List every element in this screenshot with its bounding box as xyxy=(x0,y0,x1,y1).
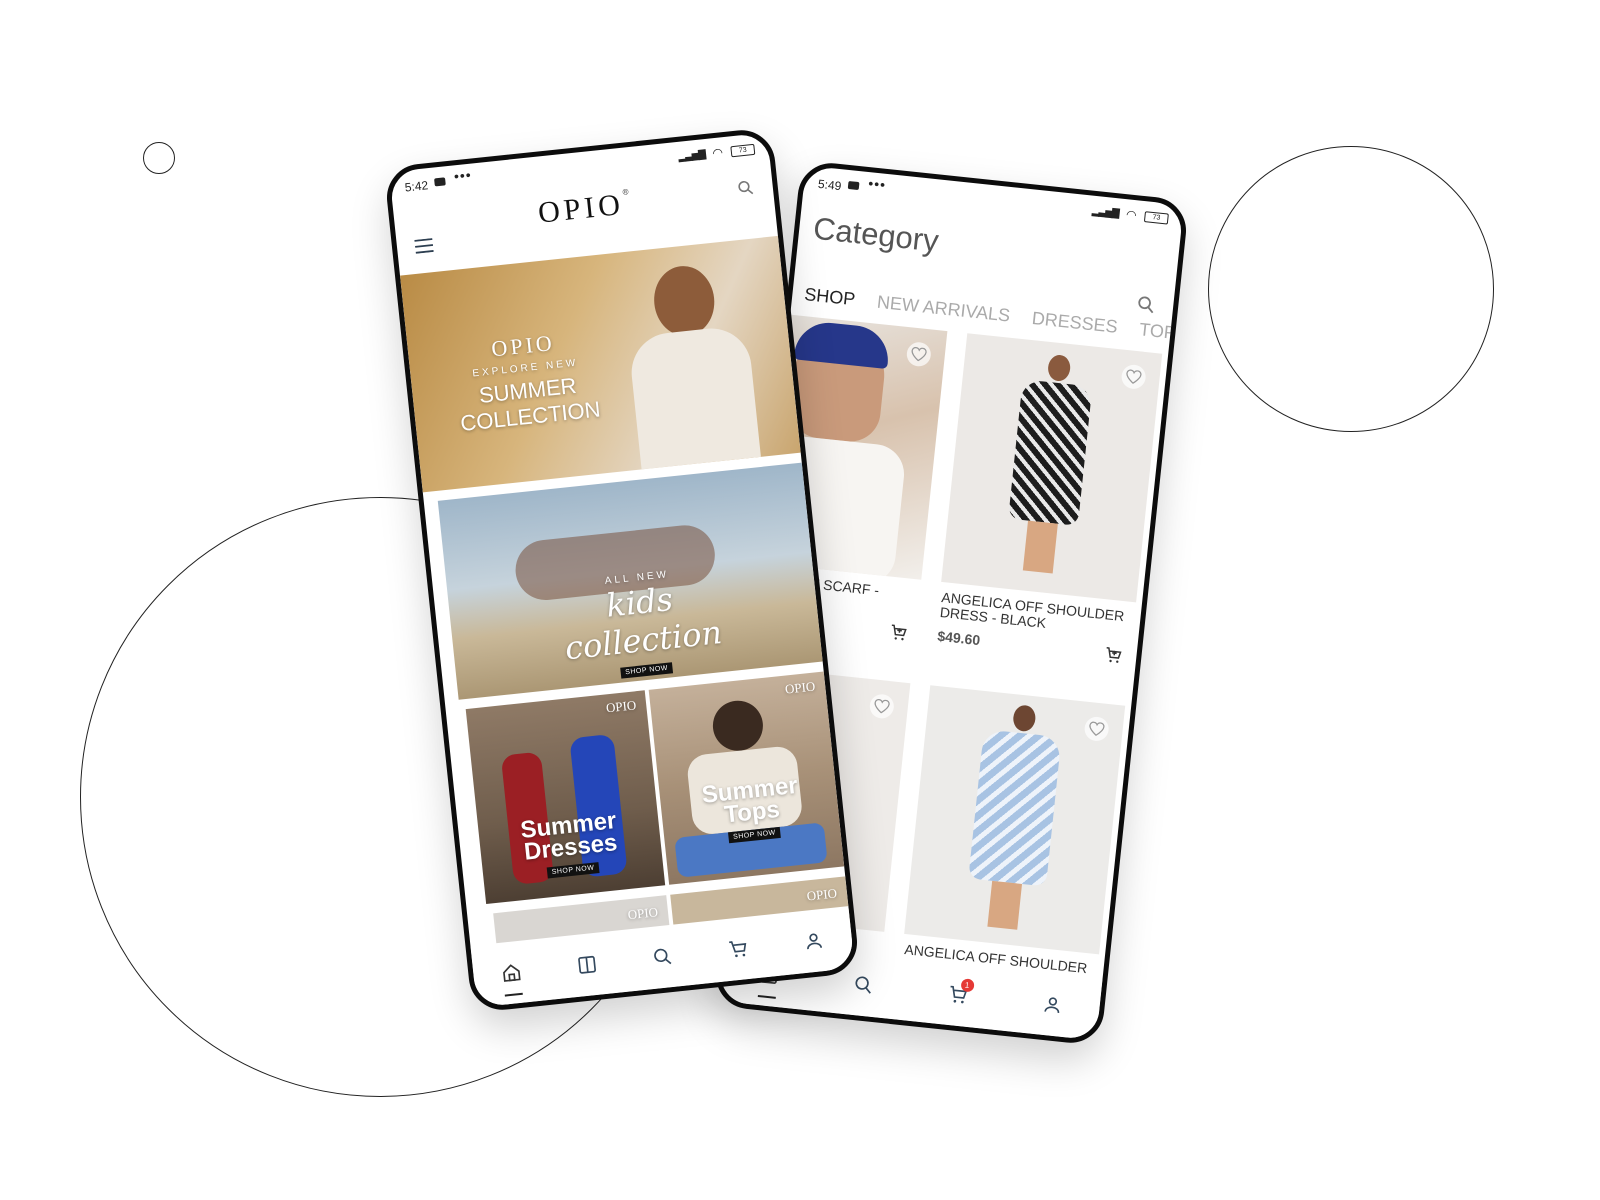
profile-icon xyxy=(807,933,823,950)
summer-tops-banner[interactable]: OPIO Summer Tops SHOP NOW xyxy=(648,671,845,885)
page-title: Category xyxy=(811,210,941,259)
dress-shape xyxy=(1008,379,1093,526)
legs-shape xyxy=(987,880,1023,930)
tab-new-arrivals[interactable]: NEW ARRIVALS xyxy=(876,292,1011,326)
status-time: 5:42 xyxy=(404,178,429,195)
search-icon xyxy=(854,976,871,994)
model-figure xyxy=(1012,704,1037,733)
product-card[interactable]: ANGELICA OFF SHOULDER DRESS - BLACK $49.… xyxy=(933,333,1163,682)
banner-brand: OPIO xyxy=(626,904,659,923)
decorative-circle-small xyxy=(143,142,175,174)
nav-home[interactable] xyxy=(493,954,530,991)
add-to-cart-button[interactable] xyxy=(1103,645,1123,670)
message-icon xyxy=(847,180,860,191)
shop-now-button[interactable]: SHOP NOW xyxy=(546,862,600,879)
message-icon xyxy=(434,177,446,187)
wifi-icon: ◠ xyxy=(711,145,724,161)
search-icon xyxy=(654,948,672,965)
battery-icon: 73 xyxy=(1143,211,1169,225)
banner-text: Summer Tops SHOP NOW xyxy=(689,772,815,848)
dress-shape xyxy=(627,324,761,470)
add-to-cart-button[interactable] xyxy=(888,623,908,648)
search-icon xyxy=(1138,296,1154,314)
nav-catalog[interactable] xyxy=(568,946,605,983)
search-button[interactable] xyxy=(731,174,760,203)
add-cart-icon xyxy=(1106,647,1122,663)
more-dots-icon: ••• xyxy=(453,166,473,185)
product-card[interactable]: ANGELICA OFF SHOULDER xyxy=(899,685,1126,1004)
banner-brand: OPIO xyxy=(805,885,838,904)
summer-collection-banner[interactable]: OPIO EXPLORE NEW SUMMER COLLECTION xyxy=(400,235,801,493)
banner-brand: OPIO xyxy=(605,697,637,716)
nav-profile[interactable] xyxy=(1033,986,1070,1023)
product-price: $49.60 xyxy=(936,627,981,649)
heart-icon xyxy=(1126,369,1142,384)
dress-shape xyxy=(968,729,1062,887)
heart-icon xyxy=(1089,721,1105,737)
model-figure xyxy=(650,263,718,339)
summer-dresses-banner[interactable]: OPIO Summer Dresses SHOP NOW xyxy=(465,690,666,905)
banner-text: ALL NEW kids collection SHOP NOW xyxy=(527,561,757,688)
tab-dresses[interactable]: DRESSES xyxy=(1031,308,1119,337)
catalog-icon xyxy=(578,955,596,974)
signal-icon: ▂▃▅▇ xyxy=(677,149,706,163)
banner-brand: OPIO xyxy=(784,678,816,697)
banner-text: OPIO EXPLORE NEW SUMMER COLLECTION xyxy=(427,323,626,439)
model-figure xyxy=(710,698,766,754)
signal-icon: ▂▃▅▇ xyxy=(1091,205,1120,220)
search-button[interactable] xyxy=(1132,290,1161,319)
cart-icon xyxy=(729,941,747,958)
logo-text: OPIO xyxy=(536,187,626,230)
more-dots-icon: ••• xyxy=(867,175,887,193)
nav-profile[interactable] xyxy=(795,922,832,959)
home-icon xyxy=(503,964,521,982)
registered-mark: ® xyxy=(622,187,629,197)
tab-tops[interactable]: TOPS xyxy=(1138,319,1189,344)
kids-collection-banner[interactable]: ALL NEW kids collection SHOP NOW xyxy=(437,462,823,700)
nav-search[interactable] xyxy=(644,938,681,975)
search-icon xyxy=(738,180,754,195)
legs-shape xyxy=(1022,520,1058,574)
status-time: 5:49 xyxy=(817,176,843,194)
model-figure xyxy=(1046,353,1072,383)
add-cart-icon xyxy=(891,624,907,641)
nav-cart[interactable] xyxy=(720,930,757,967)
nav-search[interactable] xyxy=(844,966,881,1003)
banner-text: Summer Dresses SHOP NOW xyxy=(498,807,644,884)
nav-cart[interactable]: 1 xyxy=(939,976,976,1013)
profile-icon xyxy=(1043,997,1059,1014)
heart-icon xyxy=(874,699,890,714)
tab-shop[interactable]: SHOP xyxy=(803,284,856,309)
shop-now-button[interactable]: SHOP NOW xyxy=(619,662,674,679)
wifi-icon: ◠ xyxy=(1125,207,1138,223)
battery-icon: 73 xyxy=(730,143,756,158)
decorative-circle-right xyxy=(1208,146,1494,432)
heart-icon xyxy=(911,346,927,362)
